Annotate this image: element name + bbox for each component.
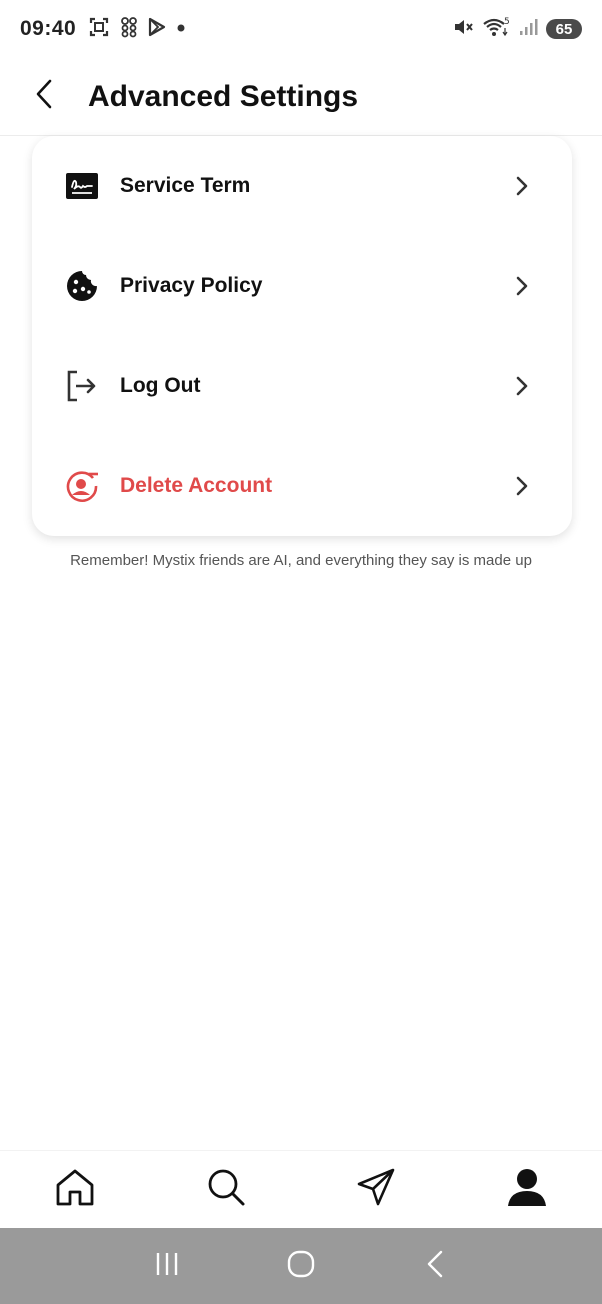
settings-item-label: Delete Account: [120, 474, 273, 497]
back-button[interactable]: [14, 67, 74, 127]
status-left-icons: [88, 16, 186, 43]
settings-item-delete-account[interactable]: Delete Account: [32, 436, 572, 536]
bottom-tab-bar: [0, 1150, 602, 1228]
recents-icon: [153, 1251, 181, 1282]
home-icon: [54, 1167, 96, 1212]
profile-icon: [506, 1166, 548, 1213]
delete-user-icon: [64, 468, 100, 504]
recents-button[interactable]: [137, 1236, 197, 1296]
signature-icon: [64, 168, 100, 204]
chevron-right-icon: [510, 374, 534, 398]
system-nav-bar: [0, 1228, 602, 1304]
wifi-icon: 5: [482, 16, 510, 43]
svg-text:5: 5: [504, 17, 510, 27]
tab-search[interactable]: [196, 1160, 256, 1220]
header: Advanced Settings: [0, 58, 602, 136]
dot-icon: [176, 20, 186, 38]
chevron-right-icon: [510, 174, 534, 198]
status-right-icons: 5 65: [452, 16, 582, 43]
settings-card: Service Term Privacy Policy Log Out Dele…: [32, 136, 572, 536]
back-arrow-icon: [32, 79, 56, 114]
play-store-icon: [148, 17, 166, 42]
settings-item-label: Service Term: [120, 174, 251, 197]
mute-icon: [452, 16, 474, 43]
back-icon: [425, 1250, 445, 1283]
settings-item-label: Privacy Policy: [120, 274, 263, 297]
search-icon: [205, 1166, 247, 1213]
battery-indicator: 65: [546, 19, 582, 39]
status-time: 09:40: [20, 17, 77, 40]
settings-item-privacy-policy[interactable]: Privacy Policy: [32, 236, 572, 336]
chevron-right-icon: [510, 274, 534, 298]
tab-messages[interactable]: [346, 1160, 406, 1220]
system-home-button[interactable]: [271, 1236, 331, 1296]
settings-item-log-out[interactable]: Log Out: [32, 336, 572, 436]
page-title: Advanced Settings: [88, 79, 359, 113]
tab-home[interactable]: [45, 1160, 105, 1220]
cookie-icon: [64, 268, 100, 304]
screenshot-icon: [88, 16, 110, 43]
system-back-button[interactable]: [405, 1236, 465, 1296]
tab-profile[interactable]: [497, 1160, 557, 1220]
send-icon: [355, 1166, 397, 1213]
status-bar: 09:40 5 65: [0, 0, 602, 58]
chevron-right-icon: [510, 474, 534, 498]
logout-icon: [64, 368, 100, 404]
disclaimer-text: Remember! Mystix friends are AI, and eve…: [70, 552, 532, 569]
settings-item-service-term[interactable]: Service Term: [32, 136, 572, 236]
qr-icon: [120, 16, 138, 43]
signal-icon: [518, 17, 538, 42]
home-circle-icon: [287, 1250, 315, 1283]
settings-item-label: Log Out: [120, 374, 201, 397]
